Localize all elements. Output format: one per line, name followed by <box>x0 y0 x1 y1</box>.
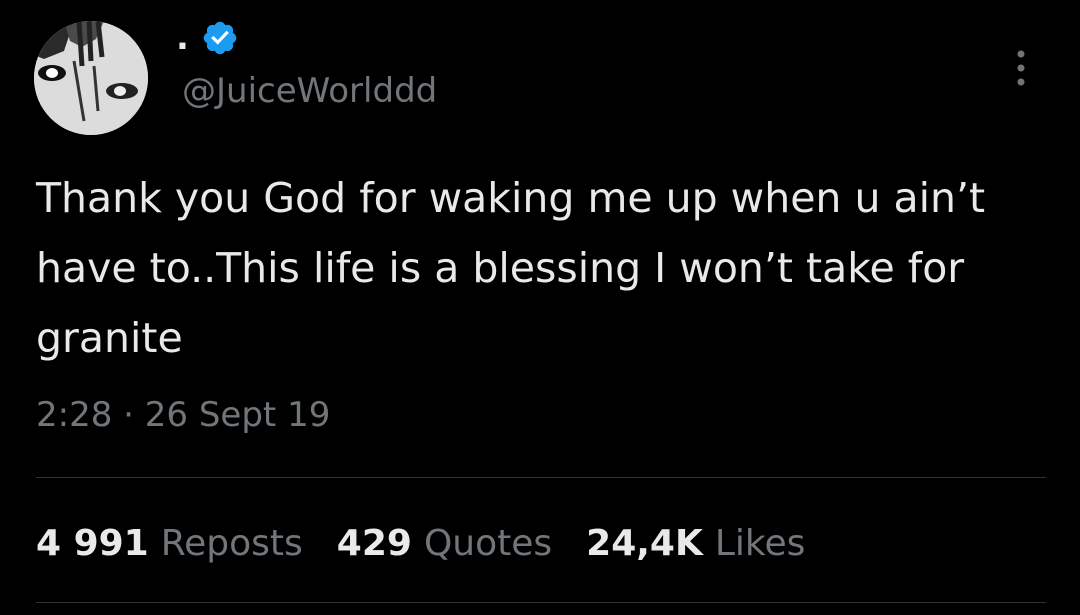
likes-label: Likes <box>714 523 806 564</box>
divider <box>36 477 1046 478</box>
quotes-label: Quotes <box>423 523 553 564</box>
author-display-name[interactable]: . <box>176 18 189 58</box>
more-vertical-icon <box>1017 50 1025 86</box>
reposts-stat[interactable]: 4 991 Reposts <box>36 514 303 574</box>
reposts-label: Reposts <box>160 523 303 564</box>
likes-count: 24,4K <box>586 523 703 564</box>
reposts-count: 4 991 <box>36 523 149 564</box>
divider <box>36 602 1046 603</box>
verified-badge-icon <box>203 21 237 55</box>
quotes-count: 429 <box>336 523 412 564</box>
author-name-row[interactable]: . <box>176 18 239 58</box>
tweet-timestamp[interactable]: 2:28 · 26 Sept 19 <box>36 389 330 441</box>
likes-stat[interactable]: 24,4K Likes <box>586 514 805 574</box>
tweet-stats: 4 991 Reposts 429 Quotes 24,4K Likes <box>36 514 839 574</box>
author-handle[interactable]: @JuiceWorlddd <box>182 66 437 116</box>
tweet-text: Thank you God for waking me up when u ai… <box>36 174 986 362</box>
avatar-image <box>34 21 148 135</box>
more-options-button[interactable] <box>1006 44 1036 94</box>
quotes-stat[interactable]: 429 Quotes <box>337 514 552 574</box>
avatar[interactable] <box>34 21 148 135</box>
